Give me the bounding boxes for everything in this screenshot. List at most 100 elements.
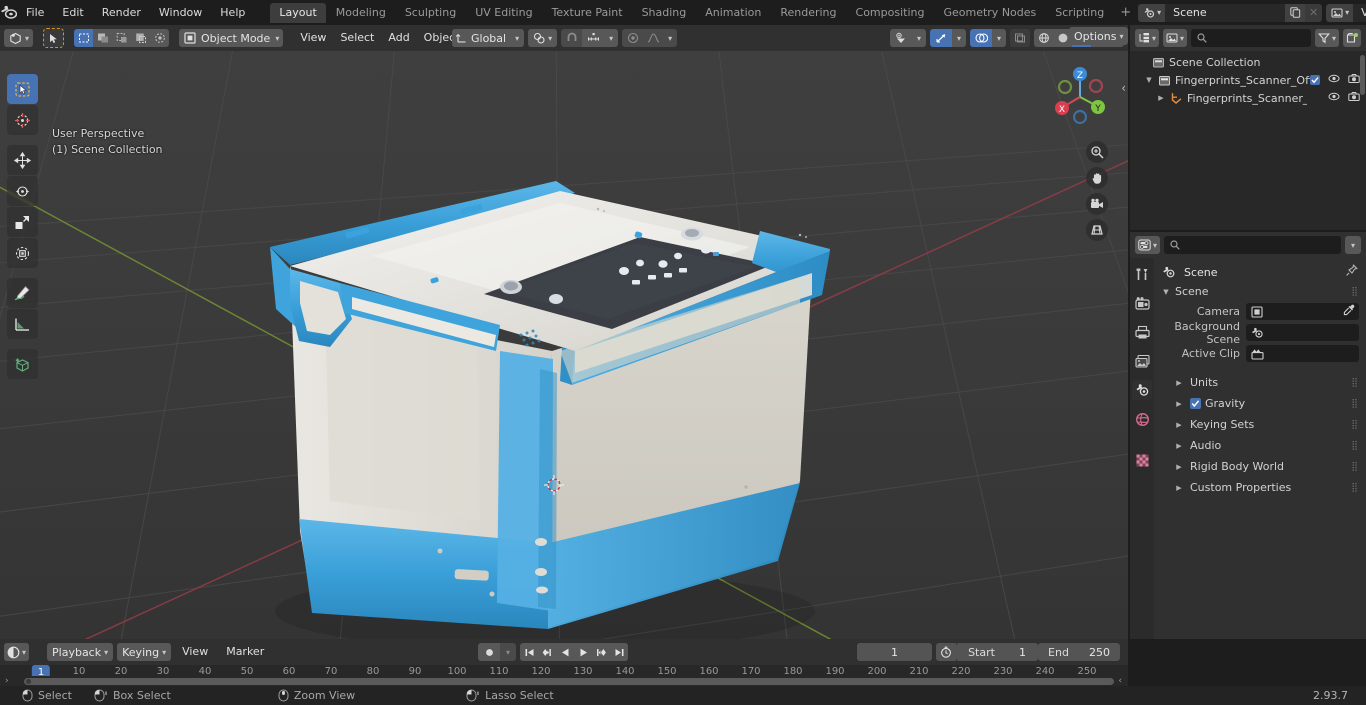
tool-measure[interactable] [7,309,38,339]
expand-triangle-icon[interactable]: ▶ [1174,400,1184,408]
object-visibility-icon[interactable] [890,29,912,47]
workspace-tab-animation[interactable]: Animation [696,3,770,23]
end-frame-field[interactable]: End 250 [1038,643,1120,661]
keying-dropdown[interactable]: Keying ▾ [117,643,172,661]
editor-type-button[interactable]: ▾ [4,29,34,47]
properties-search-input[interactable] [1164,236,1341,254]
circle-select-icon[interactable] [150,29,170,47]
background-scene-field-input[interactable] [1246,324,1359,341]
tool-cursor[interactable] [7,105,38,135]
tool-tweak[interactable] [7,74,38,104]
box-select-icon[interactable] [74,29,94,47]
transform-orientation-dropdown[interactable]: Global ▾ [452,29,525,47]
expand-triangle-icon[interactable]: ▶ [1174,484,1184,492]
cursor-arrow-icon[interactable] [44,29,64,47]
workspace-tab-rendering[interactable]: Rendering [771,3,845,23]
outliner-row-object[interactable]: ▶ Fingerprints_Scanner_Off [1130,89,1366,107]
xray-icon[interactable] [1010,29,1030,47]
scene-new-copy-icon[interactable] [1285,3,1306,22]
viewport-menu-view[interactable]: View [293,29,333,47]
chevron-down-icon[interactable]: ▾ [500,643,516,661]
properties-tab-scene[interactable] [1132,380,1152,400]
gizmo-icon[interactable] [930,29,952,47]
expand-triangle-icon[interactable]: ▶ [1174,463,1184,471]
menu-render[interactable]: Render [93,3,150,22]
camera-view-icon[interactable] [1086,193,1108,215]
collection-checkbox[interactable] [1310,75,1320,85]
outliner-row-scene-collection[interactable]: Scene Collection [1130,53,1366,71]
view-layer-name-field[interactable]: View Layer [1353,3,1366,22]
sidebar-collapse-arrow-icon[interactable]: ‹ [1121,81,1126,95]
panel-units[interactable]: ▶ Units ⣿ [1154,372,1366,393]
pin-icon[interactable] [1345,264,1358,280]
extend-select-icon[interactable] [112,29,132,47]
outliner-editor-type-button[interactable]: ▾ [1135,29,1160,47]
workspace-tab-shading[interactable]: Shading [633,3,696,23]
camera-render-icon[interactable] [1348,73,1360,87]
workspace-tab-compositing[interactable]: Compositing [847,3,934,23]
blender-logo-icon[interactable] [0,0,17,25]
timeline-editor-type-button[interactable]: ▾ [4,643,30,661]
scene-panel-header[interactable]: ▼ Scene ⣿ [1154,282,1366,301]
workspace-tab-layout[interactable]: Layout [270,2,326,23]
pivot-point-dropdown[interactable]: ▾ [528,29,558,47]
outliner-display-mode-button[interactable]: ▾ [1163,29,1188,47]
timeline-editor[interactable]: ▾ Playback ▾ Keying ▾ View Marker ▾ 1 St… [0,639,1128,686]
panel-rigid-body-world[interactable]: ▶ Rigid Body World ⣿ [1154,456,1366,477]
playback-dropdown[interactable]: Playback ▾ [47,643,114,661]
scene-unlink-icon[interactable]: ✕ [1305,3,1323,22]
current-frame-field[interactable]: 1 [857,643,932,661]
gravity-checkbox[interactable] [1190,398,1201,409]
viewport-menu-add[interactable]: Add [381,29,416,47]
menu-help[interactable]: Help [211,3,254,22]
stopwatch-icon[interactable] [936,643,956,661]
expand-triangle-icon[interactable]: ▶ [1156,94,1166,102]
properties-tab-tool[interactable] [1132,264,1152,284]
view-layer-browse-icon[interactable]: ▾ [1326,3,1354,22]
scene-datablock[interactable]: ▾ Scene ✕ [1138,3,1323,22]
eyedropper-icon[interactable] [1343,304,1355,319]
scrollbar-left-handle[interactable] [26,679,31,684]
outliner-editor[interactable]: ▾ ▾ ▾ Scene Collection ▼ Fingerprints_Sc… [1130,25,1366,230]
eye-icon[interactable] [1328,73,1340,87]
viewport-menu-select[interactable]: Select [333,29,381,47]
workspace-tab-scripting[interactable]: Scripting [1046,3,1113,23]
menu-file[interactable]: File [17,3,53,22]
workspace-tab-texture-paint[interactable]: Texture Paint [543,3,632,23]
start-frame-field[interactable]: Start 1 [956,643,1038,661]
scene-name-field[interactable]: Scene [1165,3,1286,22]
camera-field-input[interactable] [1246,303,1359,320]
tool-move[interactable] [7,145,38,175]
tool-annotate[interactable] [7,278,38,308]
tweak-select-icon[interactable] [93,29,113,47]
panel-keying-sets[interactable]: ▶ Keying Sets ⣿ [1154,414,1366,435]
toggle-perspective-icon[interactable] [1086,219,1108,241]
workspace-tab-modeling[interactable]: Modeling [327,3,395,23]
chevron-down-icon[interactable]: ▾ [912,29,926,47]
collapse-triangle-icon[interactable]: ▼ [1144,76,1154,84]
expand-triangle-icon[interactable]: ▶ [1174,379,1184,387]
play-reverse-icon[interactable] [556,643,574,661]
eye-icon[interactable] [1328,91,1340,105]
active-clip-field-input[interactable] [1246,345,1359,362]
tweak-tool-header-button[interactable] [43,28,65,48]
panel-audio[interactable]: ▶ Audio ⣿ [1154,435,1366,456]
properties-tab-texture[interactable] [1132,450,1152,470]
properties-editor-type-button[interactable]: ▾ [1135,236,1161,254]
jump-to-next-keyframe-icon[interactable] [592,643,610,661]
workspace-tab-sculpting[interactable]: Sculpting [396,3,465,23]
workspace-tab-geometry-nodes[interactable]: Geometry Nodes [934,3,1045,23]
outliner-filter-button[interactable]: ▾ [1314,29,1339,47]
object-mode-dropdown[interactable]: Object Mode ▾ [179,29,284,47]
properties-tab-output[interactable] [1132,322,1152,342]
proportional-editing-icon[interactable] [622,29,644,47]
outliner-search-input[interactable] [1191,29,1311,47]
chevron-down-icon[interactable]: ▾ [604,29,619,47]
tool-rotate[interactable] [7,176,38,206]
subtract-select-icon[interactable] [131,29,151,47]
options-dropdown[interactable]: Options ▾ [1069,27,1129,45]
expand-triangle-icon[interactable]: ▶ [1174,442,1184,450]
expand-triangle-icon[interactable]: ▶ [1174,421,1184,429]
timeline-expand-arrow-icon[interactable]: › [5,676,9,686]
timeline-menu-view[interactable]: View [175,643,215,661]
